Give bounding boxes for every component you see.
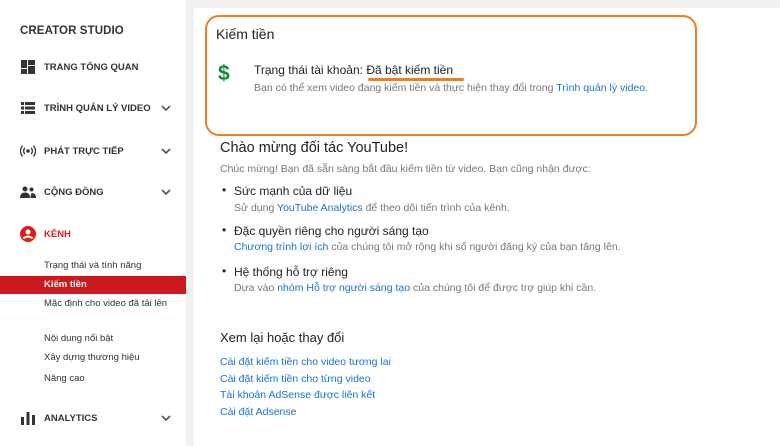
chevron-down-icon[interactable] [160,412,172,424]
feature-title: Hệ thống hỗ trợ riêng [234,265,348,279]
feature-description: Chương trình lợi ích của chúng tôi mở rộ… [234,241,621,253]
sidebar-item-channel[interactable]: KÊNH [0,219,186,249]
chevron-down-icon[interactable] [160,102,172,114]
community-icon [20,184,36,200]
sidebar-item-label: TRANG TỔNG QUAN [44,61,139,73]
account-status: Trạng thái tài khoản: Đã bật kiếm tiền [254,63,453,77]
feature-description: Dựa vào nhóm Hỗ trợ người sáng tạo của c… [234,282,597,294]
feature-description: Sử dụng YouTube Analytics để theo dõi ti… [234,202,510,214]
status-value: Đã bật kiếm tiền [366,63,454,77]
sidebar-item-dashboard[interactable]: TRANG TỔNG QUAN [0,52,186,82]
sidebar-item-analytics[interactable]: ANALYTICS [0,403,186,433]
dollar-icon: $ [218,62,230,85]
sidebar-item-label: CỘNG ĐỒNG [44,186,104,198]
channel-sub-status-features[interactable]: Trạng thái và tính năng [0,259,186,273]
creator-support-link[interactable]: nhóm Hỗ trợ người sáng tạo [277,282,410,294]
welcome-title: Chào mừng đối tác YouTube! [220,140,409,156]
monetization-description: Bạn có thể xem video đang kiếm tiền và t… [254,82,649,94]
dashboard-icon [20,59,36,75]
channel-sub-featured-content[interactable]: Nội dung nổi bật [0,332,186,346]
feature-title: Sức mạnh của dữ liệu [234,184,353,198]
sidebar-item-label: ANALYTICS [44,412,98,424]
sidebar-item-label: KÊNH [44,228,71,240]
sidebar-item-label: PHÁT TRỰC TIẾP [44,145,124,157]
per-video-settings-link[interactable]: Cài đặt kiếm tiền cho từng video [220,373,371,385]
channel-sub-advanced[interactable]: Nâng cao [0,372,186,386]
monetization-title: Kiếm tiền [216,26,275,42]
channel-sub-branding[interactable]: Xây dựng thương hiệu [0,351,186,365]
bullet: • [222,183,227,197]
adsense-settings-link[interactable]: Cài đặt Adsense [220,406,296,418]
channel-icon [20,226,36,242]
channel-sub-monetization[interactable]: Kiếm tiền [0,276,186,294]
sidebar-item-community[interactable]: CỘNG ĐỒNG [0,177,186,207]
video-manager-icon [20,100,36,116]
youtube-analytics-link[interactable]: YouTube Analytics [277,202,363,214]
status-label: Trạng thái tài khoản: [254,63,363,77]
review-title: Xem lại hoặc thay đổi [220,330,345,345]
chevron-down-icon[interactable] [160,186,172,198]
welcome-subtitle: Chúc mừng! Bạn đã sẵn sàng bắt đầu kiếm … [220,163,591,175]
benefits-program-link[interactable]: Chương trình lợi ích [234,241,328,253]
future-video-settings-link[interactable]: Cài đặt kiếm tiền cho video tương lai [220,356,391,368]
channel-sub-upload-defaults[interactable]: Mặc định cho video đã tải lên [0,297,170,311]
adsense-account-link[interactable]: Tài khoản AdSense được liên kết [220,389,375,401]
sidebar-item-video-manager[interactable]: TRÌNH QUẢN LÝ VIDEO [0,93,186,123]
sidebar-item-label: TRÌNH QUẢN LÝ VIDEO [44,102,151,114]
analytics-icon [20,410,36,426]
brand-title: CREATOR STUDIO [20,25,124,37]
sidebar: CREATOR STUDIO TRANG TỔNG QUAN TRÌNH QUẢ… [0,0,186,446]
live-stream-icon [20,143,36,159]
chevron-down-icon[interactable] [160,145,172,157]
feature-title: Đặc quyền riêng cho người sáng tạo [234,224,429,238]
bullet: • [222,223,227,237]
bullet: • [222,264,227,278]
video-manager-link[interactable]: Trình quản lý video [556,82,645,94]
sidebar-item-live-streaming[interactable]: PHÁT TRỰC TIẾP [0,136,186,166]
